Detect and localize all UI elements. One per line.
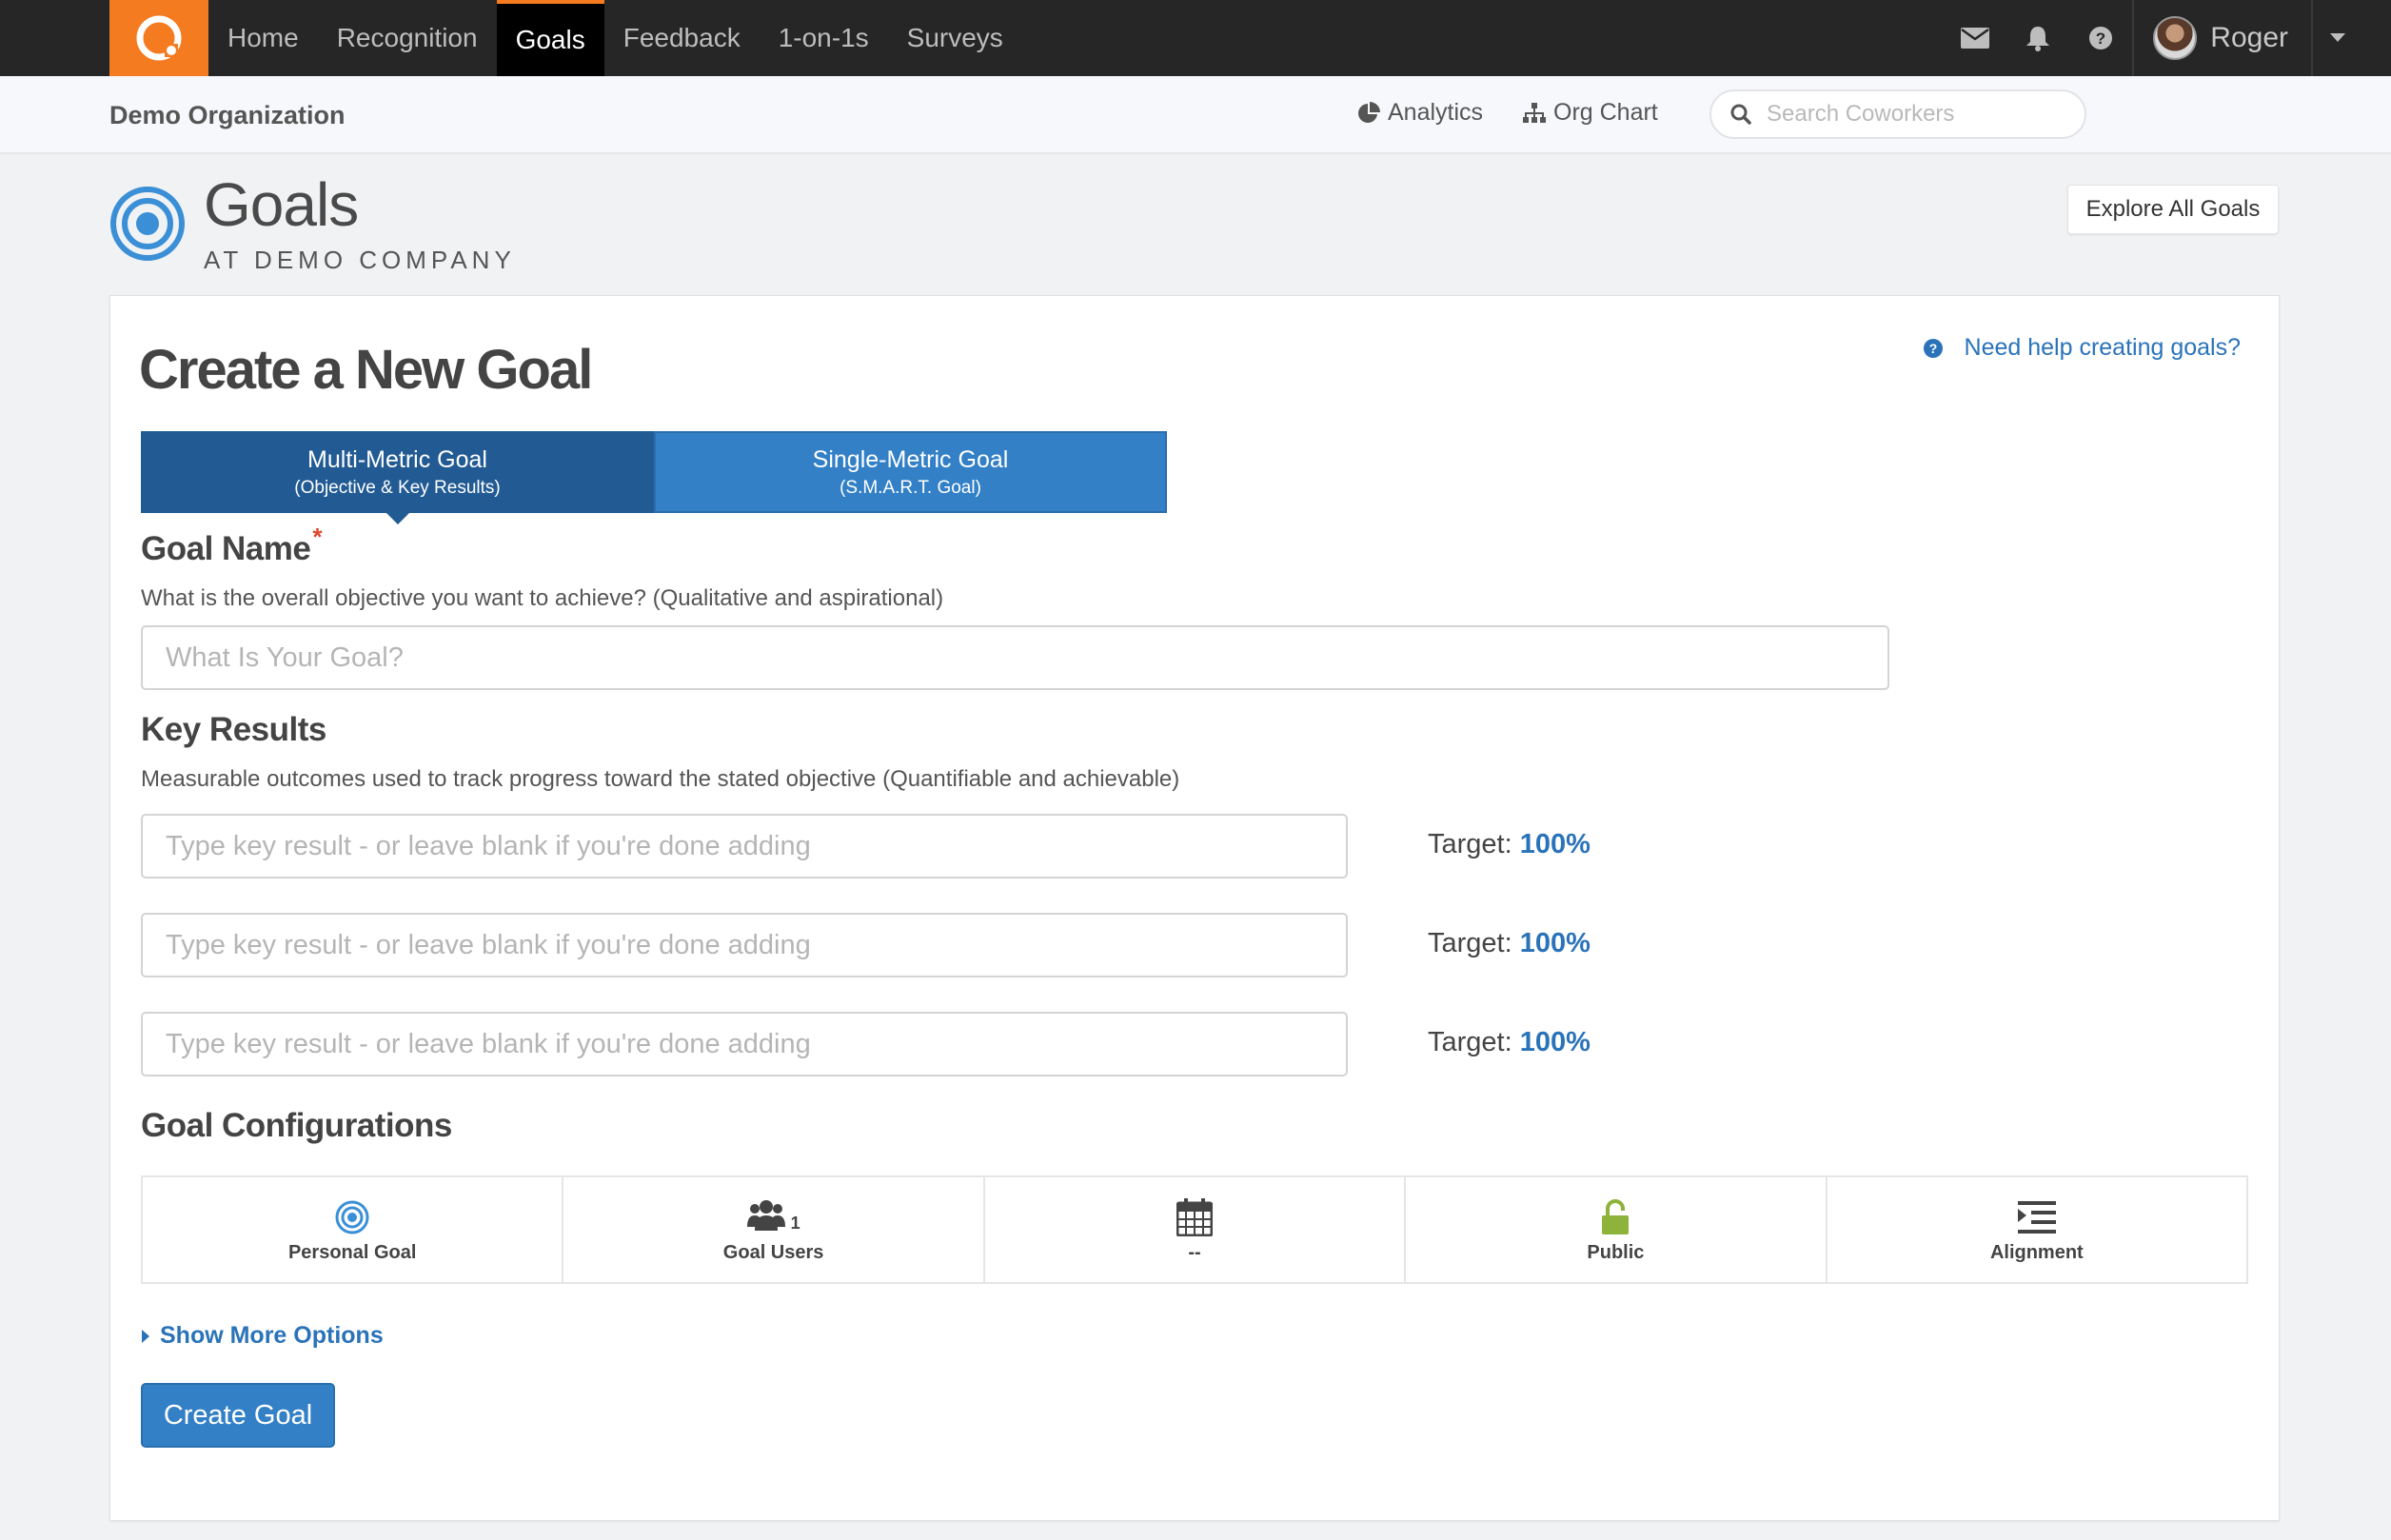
goal-configurations: Personal Goal 1 Goal Users -- Public Ali… [141, 1175, 2248, 1284]
logo-icon [136, 15, 182, 61]
calendar-icon [1176, 1197, 1214, 1236]
search-icon [1730, 104, 1751, 125]
target-icon [110, 187, 185, 261]
notifications-button[interactable] [2006, 0, 2069, 76]
create-goal-card: ? Need help creating goals? Create a New… [109, 295, 2280, 1521]
target-label: Target: [1428, 829, 1512, 859]
goals-logo [109, 186, 186, 267]
svg-text:?: ? [1928, 341, 1937, 356]
main-nav: Home Recognition Goals Feedback 1-on-1s … [208, 0, 1022, 76]
users-icon [746, 1199, 785, 1231]
key-result-input-1[interactable] [141, 814, 1348, 879]
envelope-icon [1961, 28, 1990, 49]
config-label: -- [1188, 1241, 1201, 1263]
unlock-icon [1602, 1198, 1630, 1234]
caret-right-icon [142, 1329, 149, 1343]
create-goal-button[interactable]: Create Goal [141, 1383, 335, 1448]
config-label: Personal Goal [287, 1241, 417, 1263]
key-result-target-2[interactable]: Target: 100% [1428, 928, 1591, 959]
nav-recognition[interactable]: Recognition [318, 0, 497, 76]
page-subtitle: AT DEMO COMPANY [204, 246, 516, 274]
show-more-label: Show More Options [160, 1322, 384, 1349]
config-alignment[interactable]: Alignment [1828, 1177, 2246, 1282]
target-icon [335, 1200, 369, 1234]
nav-goals[interactable]: Goals [496, 0, 604, 76]
help-creating-goals-link[interactable]: ? Need help creating goals? [1923, 334, 2241, 362]
org-name: Demo Organization [109, 101, 346, 129]
key-results-description: Measurable outcomes used to track progre… [141, 766, 1180, 792]
nav-feedback[interactable]: Feedback [604, 0, 760, 76]
nav-home[interactable]: Home [208, 0, 318, 76]
question-circle-icon: ? [2089, 27, 2113, 49]
explore-all-goals-button[interactable]: Explore All Goals [2067, 185, 2279, 234]
nav-right: ? Roger [1944, 0, 2391, 76]
target-label: Target: [1428, 1027, 1512, 1057]
target-value: 100% [1519, 1027, 1591, 1057]
goal-users-count: 1 [790, 1214, 800, 1233]
single-metric-title: Single-Metric Goal [812, 445, 1009, 473]
sitemap-icon [1523, 102, 1546, 123]
config-personal-goal[interactable]: Personal Goal [143, 1177, 564, 1282]
goal-name-description: What is the overall objective you want t… [141, 585, 944, 611]
form-title: Create a New Goal [139, 339, 593, 401]
bell-icon [2026, 27, 2050, 51]
goal-name-heading: Goal Name* [141, 523, 322, 568]
config-label: Goal Users [722, 1241, 824, 1263]
multi-metric-goal-tab[interactable]: Multi-Metric Goal (Objective & Key Resul… [141, 431, 654, 513]
key-result-input-2[interactable] [141, 913, 1348, 977]
analytics-label: Analytics [1388, 99, 1484, 126]
org-chart-label: Org Chart [1553, 99, 1658, 126]
svg-text:?: ? [2096, 30, 2105, 48]
target-value: 100% [1519, 829, 1591, 859]
user-menu[interactable]: Roger [2132, 0, 2311, 76]
key-result-target-3[interactable]: Target: 100% [1428, 1027, 1591, 1058]
single-metric-goal-tab[interactable]: Single-Metric Goal (S.M.A.R.T. Goal) [654, 431, 1167, 513]
required-mark: * [312, 523, 322, 551]
goal-configurations-heading: Goal Configurations [141, 1107, 452, 1144]
config-label: Public [1587, 1241, 1645, 1263]
analytics-link[interactable]: Analytics [1357, 99, 1483, 127]
messages-button[interactable] [1944, 0, 2006, 76]
alignment-icon [2017, 1200, 2056, 1234]
nav-surveys[interactable]: Surveys [888, 0, 1022, 76]
goal-name-label: Goal Name [141, 530, 311, 567]
target-value: 100% [1519, 928, 1591, 958]
key-results-heading: Key Results [141, 711, 326, 748]
help-button[interactable]: ? [2069, 0, 2132, 76]
key-result-target-1[interactable]: Target: 100% [1428, 829, 1591, 860]
sub-header: Demo Organization Analytics Org Chart [0, 76, 2391, 154]
top-navbar: Home Recognition Goals Feedback 1-on-1s … [0, 0, 2391, 76]
app-logo[interactable] [109, 0, 208, 76]
config-due-date[interactable]: -- [985, 1177, 1407, 1282]
caret-down-icon [2330, 33, 2345, 42]
pie-chart-icon [1358, 101, 1380, 123]
config-visibility[interactable]: Public [1406, 1177, 1828, 1282]
target-label: Target: [1428, 928, 1512, 958]
question-circle-icon: ? [1923, 338, 1943, 358]
goal-type-selector: Multi-Metric Goal (Objective & Key Resul… [141, 431, 1167, 513]
help-label: Need help creating goals? [1964, 334, 2241, 361]
multi-metric-subtitle: (Objective & Key Results) [294, 477, 501, 498]
page-title: Goals [204, 170, 359, 239]
org-chart-link[interactable]: Org Chart [1523, 99, 1658, 127]
user-dropdown-toggle[interactable] [2311, 0, 2362, 76]
search-box [1709, 89, 2086, 139]
key-result-input-3[interactable] [141, 1012, 1348, 1076]
config-goal-users[interactable]: 1 Goal Users [563, 1177, 985, 1282]
show-more-options-link[interactable]: Show More Options [141, 1322, 384, 1350]
search-input[interactable] [1767, 101, 2071, 128]
single-metric-subtitle: (S.M.A.R.T. Goal) [840, 477, 981, 498]
goal-name-input[interactable] [141, 625, 1889, 690]
multi-metric-title: Multi-Metric Goal [307, 445, 487, 473]
avatar [2153, 16, 2198, 60]
user-name: Roger [2210, 22, 2288, 53]
config-label: Alignment [1989, 1241, 2084, 1263]
nav-one-on-ones[interactable]: 1-on-1s [760, 0, 888, 76]
